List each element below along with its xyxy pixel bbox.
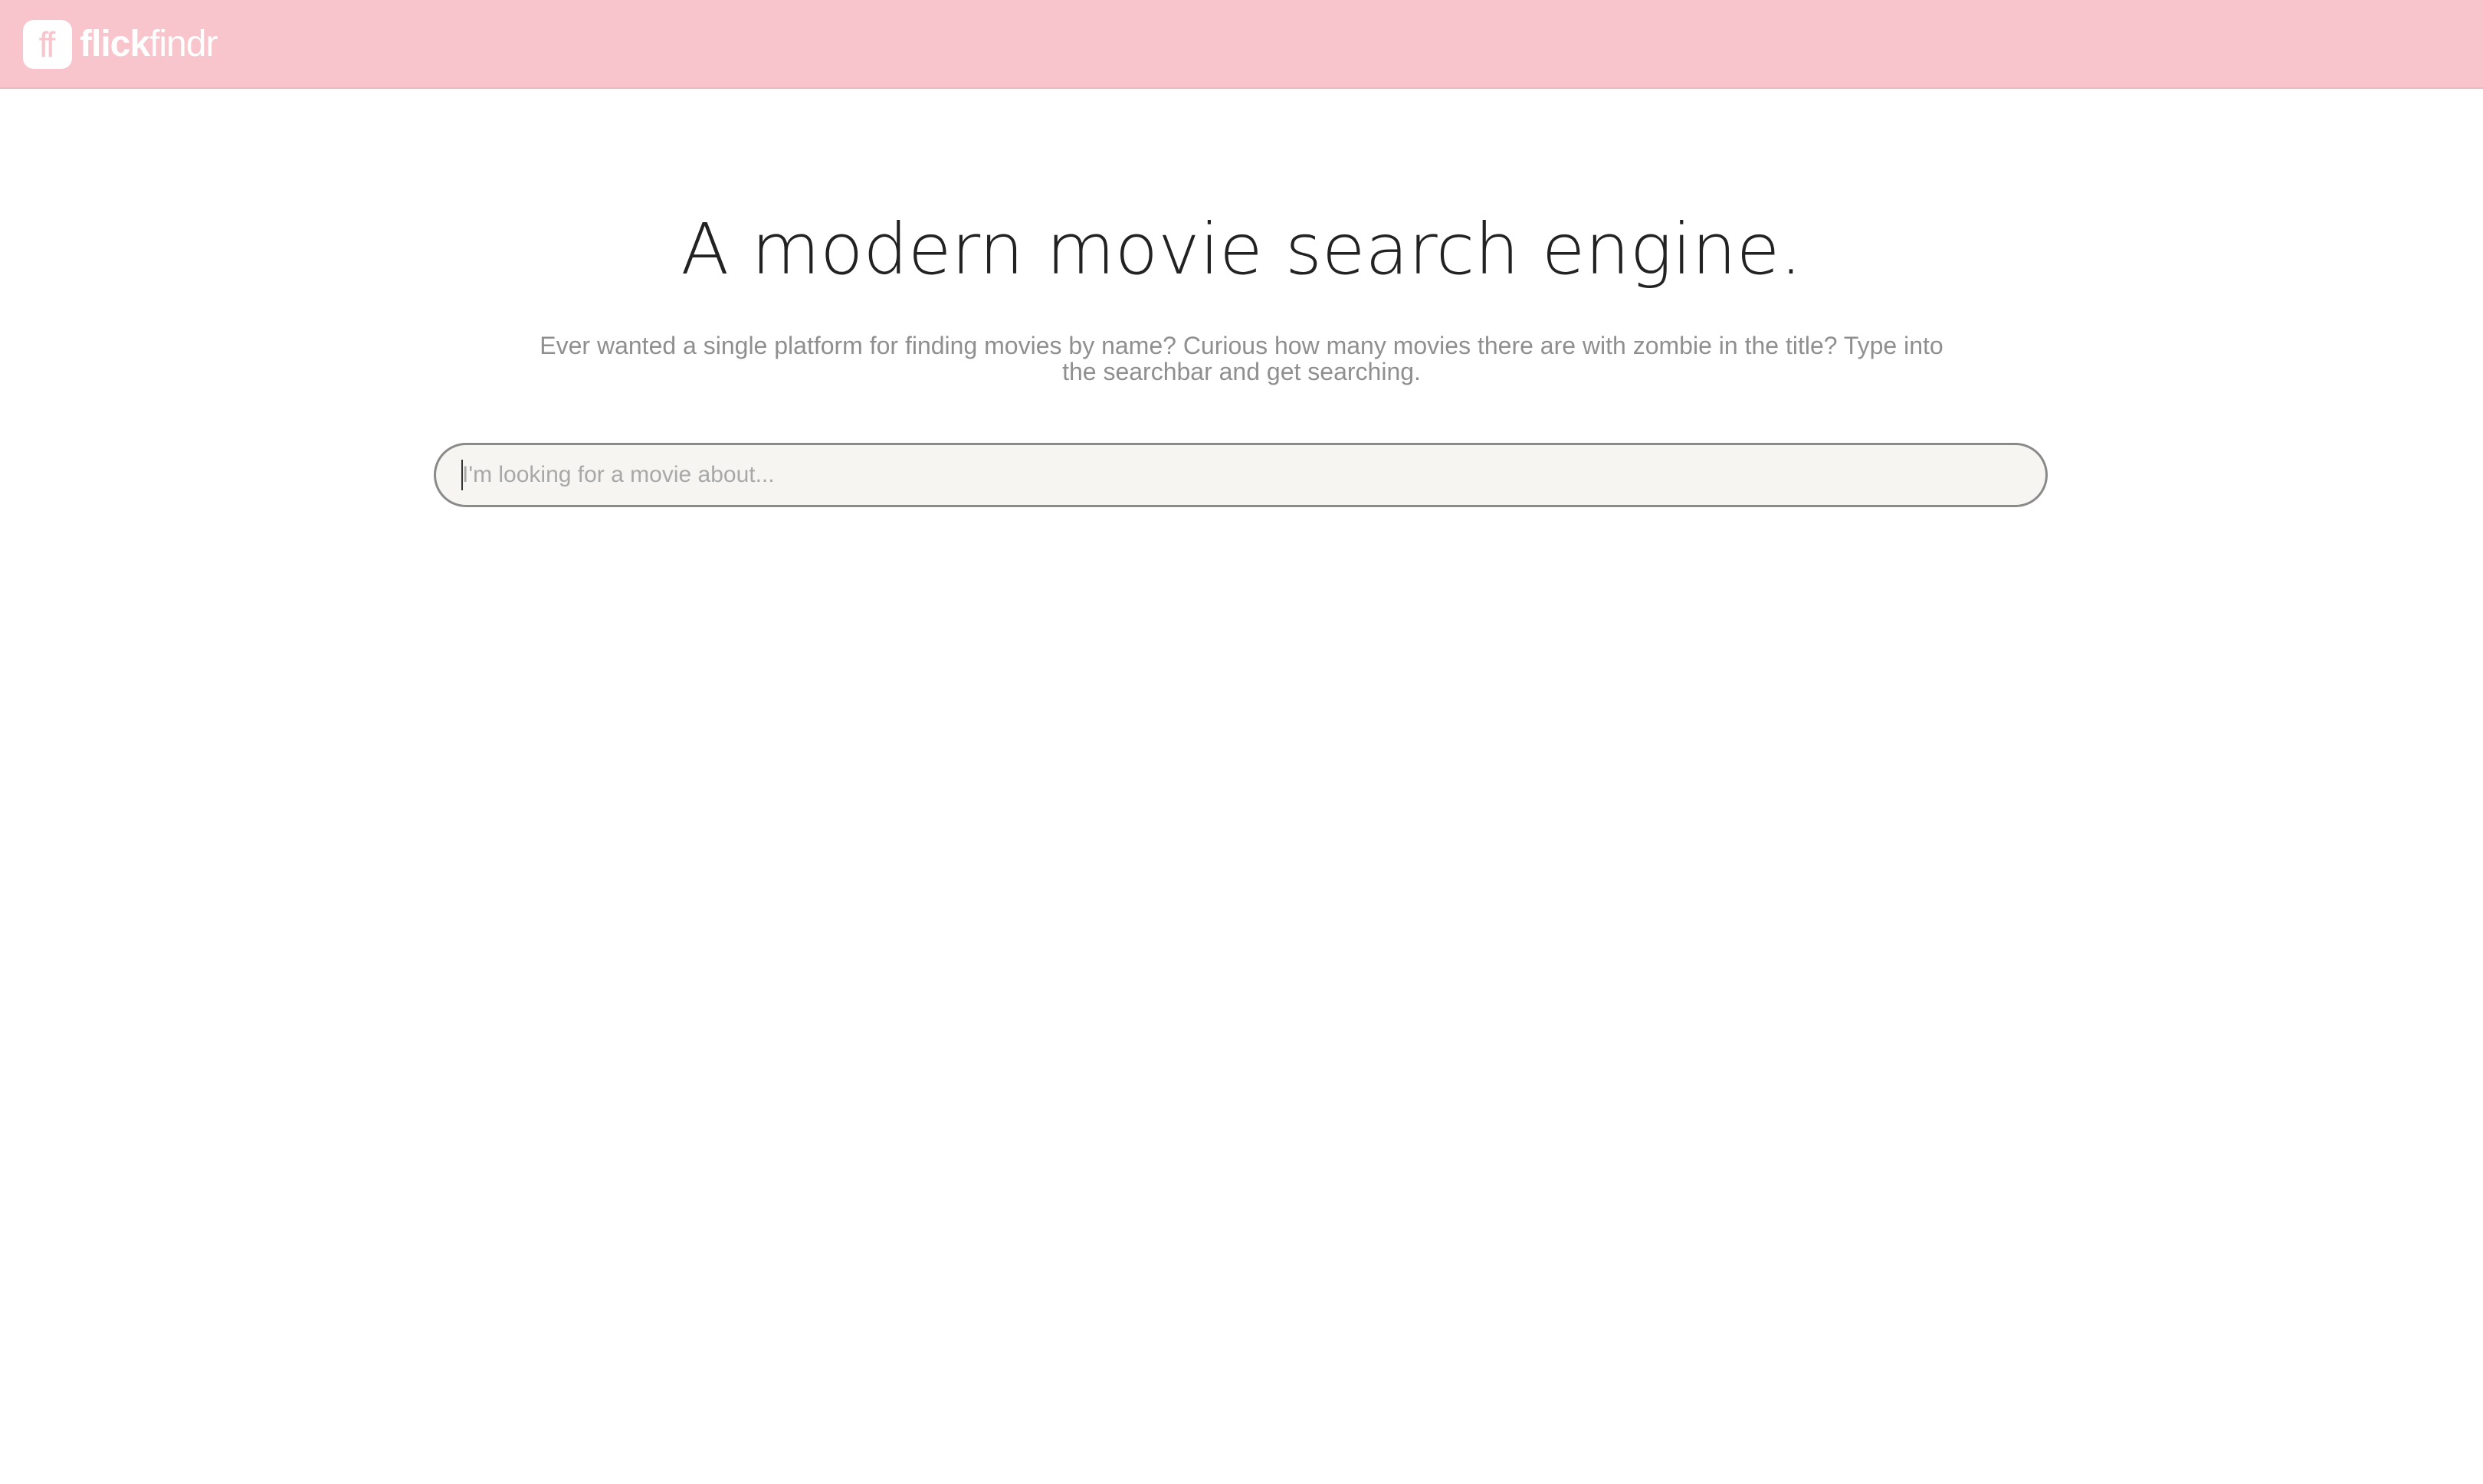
search-bar: [434, 443, 2048, 507]
page-description: Ever wanted a single platform for findin…: [540, 332, 1943, 385]
top-navigation-bar: ff flickfindr: [0, 0, 2483, 89]
text-cursor: [461, 460, 463, 490]
search-input[interactable]: [434, 443, 2048, 507]
brand-name-bold: flick: [80, 24, 150, 64]
page-headline: A modern movie search engine.: [681, 208, 1802, 290]
logo-mark-icon: ff: [23, 20, 72, 69]
brand-name: flickfindr: [80, 24, 218, 64]
brand-name-light: findr: [149, 24, 218, 64]
brand-logo[interactable]: ff flickfindr: [23, 20, 218, 69]
